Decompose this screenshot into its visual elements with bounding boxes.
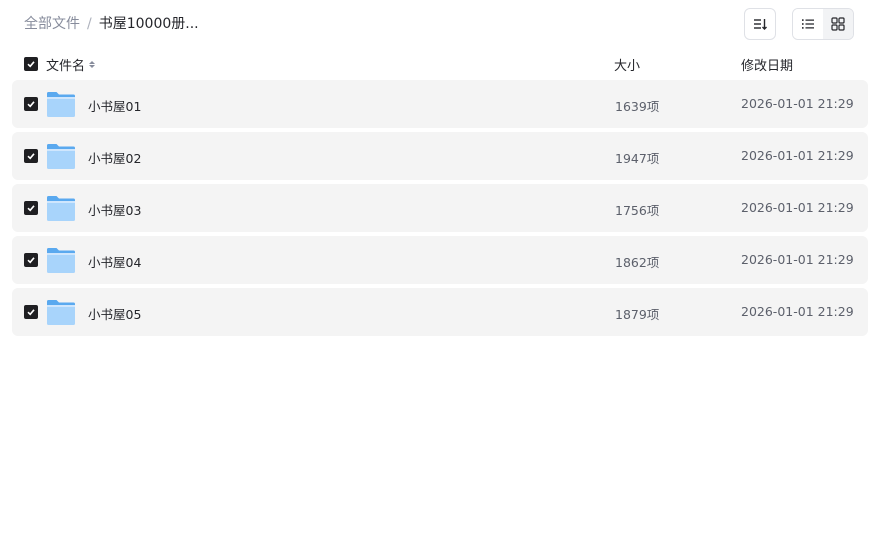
checkmark-icon xyxy=(27,61,35,68)
breadcrumb-separator: / xyxy=(87,16,92,32)
grid-view-button[interactable] xyxy=(823,9,853,39)
sort-button[interactable] xyxy=(744,8,776,40)
view-toggle-group xyxy=(792,8,854,40)
breadcrumb-current: 书屋10000册... xyxy=(98,16,199,32)
file-list: 小书屋01 1639项 2026-01-01 21:29 小书屋02 1947项… xyxy=(12,80,868,340)
list-view-button[interactable] xyxy=(793,9,823,39)
checkmark-icon xyxy=(27,101,35,108)
file-size: 1639项 xyxy=(615,99,660,114)
row-checkbox[interactable] xyxy=(24,253,38,267)
row-checkbox[interactable] xyxy=(24,97,38,111)
column-name-label: 文件名 xyxy=(46,59,86,74)
column-header-name[interactable]: 文件名 xyxy=(46,55,96,74)
checkmark-icon xyxy=(27,153,35,160)
folder-icon xyxy=(47,300,75,325)
file-size: 1947项 xyxy=(615,151,660,166)
row-checkbox[interactable] xyxy=(24,149,38,163)
folder-icon xyxy=(47,248,75,273)
table-header: 文件名 大小 修改日期 xyxy=(12,52,868,76)
row-checkbox[interactable] xyxy=(24,201,38,215)
file-row[interactable]: 小书屋01 1639项 2026-01-01 21:29 xyxy=(12,80,868,128)
sort-arrows-icon xyxy=(89,61,96,68)
file-name: 小书屋05 xyxy=(88,307,142,322)
file-size: 1862项 xyxy=(615,255,660,270)
file-row[interactable]: 小书屋02 1947项 2026-01-01 21:29 xyxy=(12,132,868,180)
folder-icon xyxy=(47,92,75,117)
file-row[interactable]: 小书屋03 1756项 2026-01-01 21:29 xyxy=(12,184,868,232)
grid-view-icon xyxy=(831,17,845,31)
checkmark-icon xyxy=(27,205,35,212)
file-name: 小书屋02 xyxy=(88,151,142,166)
checkmark-icon xyxy=(27,257,35,264)
file-size: 1879项 xyxy=(615,307,660,322)
file-name: 小书屋03 xyxy=(88,203,142,218)
row-checkbox[interactable] xyxy=(24,305,38,319)
column-header-size: 大小 xyxy=(614,59,641,74)
column-header-modified: 修改日期 xyxy=(741,59,794,74)
top-bar: 全部文件 / 书屋10000册... xyxy=(0,0,878,48)
checkmark-icon xyxy=(27,309,35,316)
file-modified-date: 2026-01-01 21:29 xyxy=(741,252,854,267)
sort-icon xyxy=(754,19,767,30)
folder-icon xyxy=(47,196,75,221)
breadcrumb: 全部文件 / 书屋10000册... xyxy=(24,15,199,33)
file-modified-date: 2026-01-01 21:29 xyxy=(741,200,854,215)
file-modified-date: 2026-01-01 21:29 xyxy=(741,304,854,319)
file-row[interactable]: 小书屋04 1862项 2026-01-01 21:29 xyxy=(12,236,868,284)
breadcrumb-root-link[interactable]: 全部文件 xyxy=(24,15,80,33)
folder-icon xyxy=(47,144,75,169)
list-view-icon xyxy=(802,19,814,29)
file-name: 小书屋01 xyxy=(88,99,142,114)
file-size: 1756项 xyxy=(615,203,660,218)
file-row[interactable]: 小书屋05 1879项 2026-01-01 21:29 xyxy=(12,288,868,336)
file-name: 小书屋04 xyxy=(88,255,142,270)
select-all-checkbox[interactable] xyxy=(24,57,38,71)
file-modified-date: 2026-01-01 21:29 xyxy=(741,96,854,111)
file-modified-date: 2026-01-01 21:29 xyxy=(741,148,854,163)
